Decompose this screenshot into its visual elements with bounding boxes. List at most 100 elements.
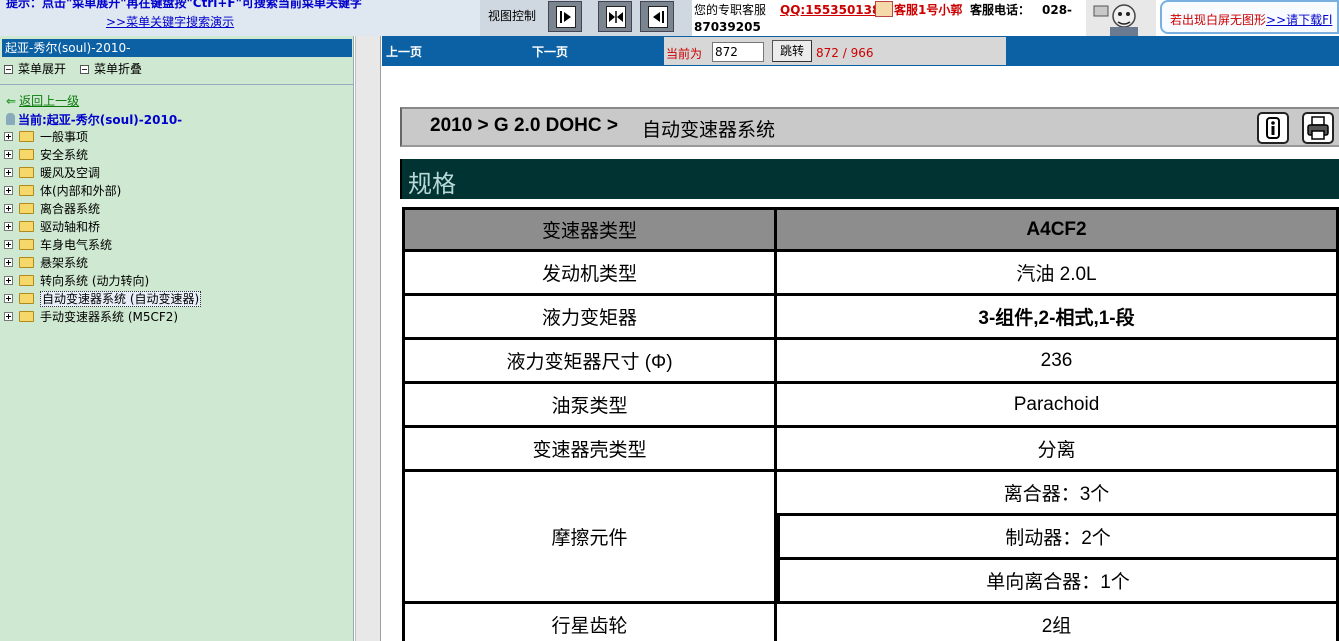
info-button[interactable] bbox=[1257, 112, 1289, 144]
jump-button[interactable]: 跳转 bbox=[772, 40, 812, 62]
tree-expand-icon[interactable] bbox=[4, 294, 13, 303]
search-demo-link[interactable]: >>菜单关键字搜索演示 bbox=[106, 13, 234, 30]
page-number-input[interactable] bbox=[712, 42, 764, 62]
row-value: 3-组件,2-相式,1-段 bbox=[777, 296, 1339, 340]
tree-item[interactable]: 车身电气系统 bbox=[4, 236, 349, 254]
row-value: Parachoid bbox=[777, 384, 1339, 428]
pane-splitter[interactable] bbox=[355, 36, 381, 641]
tree-item[interactable]: 驱动轴和桥 bbox=[4, 218, 349, 236]
tree-item[interactable]: 体(内部和外部) bbox=[4, 182, 349, 200]
tree-item-label[interactable]: 自动变速器系统 (自动变速器) bbox=[40, 291, 202, 307]
chat-icon[interactable] bbox=[875, 1, 893, 17]
tree-item-label[interactable]: 转向系统 (动力转向) bbox=[40, 272, 149, 290]
service-phone-part1: 028- bbox=[1042, 3, 1073, 17]
tree-expand-icon[interactable] bbox=[4, 168, 13, 177]
printer-icon bbox=[1307, 116, 1329, 140]
arrow-left-icon bbox=[648, 6, 668, 28]
back-up-link[interactable]: ⇐ 返回上一级 bbox=[6, 92, 79, 109]
search-tip-text: 提示：点击"菜单展开"再在键盘按"Ctrl+F"可搜索当前菜单关键字 bbox=[6, 0, 362, 10]
page-navigation-bar: 上一页 下一页 当前为 跳转 872 / 966 bbox=[382, 36, 1339, 66]
table-row: 变速器壳类型 分离 bbox=[402, 428, 1339, 472]
row-label: 变速器壳类型 bbox=[402, 428, 777, 472]
print-button[interactable] bbox=[1302, 112, 1334, 144]
table-header-label: 变速器类型 bbox=[402, 207, 777, 252]
tree-expand-icon[interactable] bbox=[4, 240, 13, 249]
tree-expand-icon[interactable] bbox=[4, 150, 13, 159]
tree-item-label[interactable]: 悬架系统 bbox=[40, 254, 88, 272]
tree-item[interactable]: 暖风及空调 bbox=[4, 164, 349, 182]
tree-item-label[interactable]: 暖风及空调 bbox=[40, 164, 100, 182]
top-banner: 提示：点击"菜单展开"再在键盘按"Ctrl+F"可搜索当前菜单关键字 >>菜单关… bbox=[0, 0, 1339, 36]
document-content: 2010 > G 2.0 DOHC > 自动变速器系统 规格 变速器类型 A4C… bbox=[382, 66, 1339, 641]
spec-table: 变速器类型 A4CF2 发动机类型 汽油 2.0L 液力变矩器 3-组件,2-相… bbox=[402, 207, 1339, 641]
service-qq-link[interactable]: QQ:1553501388 bbox=[780, 2, 889, 19]
tree-item[interactable]: 悬架系统 bbox=[4, 254, 349, 272]
menu-collapse-button[interactable]: 菜单折叠 bbox=[80, 60, 142, 77]
view-control-label: 视图控制 bbox=[488, 9, 537, 23]
tree-item-label[interactable]: 安全系统 bbox=[40, 146, 88, 164]
row-label: 发动机类型 bbox=[402, 252, 777, 296]
tree-item-selected[interactable]: 自动变速器系统 (自动变速器) bbox=[4, 290, 349, 308]
tree-item-label[interactable]: 离合器系统 bbox=[40, 200, 100, 218]
tree-item-label[interactable]: 驱动轴和桥 bbox=[40, 218, 100, 236]
tree-expand-icon[interactable] bbox=[4, 312, 13, 321]
folder-icon bbox=[19, 185, 34, 196]
mascot-image bbox=[1086, 0, 1156, 36]
tree-item[interactable]: 离合器系统 bbox=[4, 200, 349, 218]
service-label: 您的专职客服 bbox=[694, 3, 767, 17]
breadcrumb: 2010 > G 2.0 DOHC > 自动变速器系统 bbox=[400, 107, 1339, 147]
table-row: 油泵类型 Parachoid bbox=[402, 384, 1339, 428]
service-phone-label: 客服电话： bbox=[970, 3, 1031, 17]
expand-left-button[interactable] bbox=[640, 1, 674, 32]
folder-icon bbox=[19, 275, 34, 286]
notice-text: 若出现白屏无图形 bbox=[1170, 13, 1267, 27]
row-label: 行星齿轮 bbox=[402, 604, 777, 641]
tree-expand-icon[interactable] bbox=[4, 258, 13, 267]
back-arrow-icon: ⇐ bbox=[6, 94, 17, 108]
tree-item[interactable]: 转向系统 (动力转向) bbox=[4, 272, 349, 290]
expand-icon bbox=[4, 65, 13, 74]
row-value: 汽油 2.0L bbox=[777, 252, 1339, 296]
arrow-right-icon bbox=[556, 6, 576, 28]
breadcrumb-path: 2010 > G 2.0 DOHC > bbox=[430, 115, 618, 136]
notice-panel: 若出现白屏无图形>>请下载Fl bbox=[1160, 0, 1339, 34]
table-row: 发动机类型 汽油 2.0L bbox=[402, 252, 1339, 296]
current-page-label: 当前为 bbox=[666, 47, 703, 61]
row-label: 液力变矩器尺寸 (Φ) bbox=[402, 340, 777, 384]
expand-right-button[interactable] bbox=[548, 1, 582, 32]
tree-item[interactable]: 一般事项 bbox=[4, 128, 349, 146]
tree-expand-icon[interactable] bbox=[4, 132, 13, 141]
tree-item-label[interactable]: 一般事项 bbox=[40, 128, 88, 146]
split-arrows-icon bbox=[606, 6, 626, 28]
table-row: 行星齿轮 2组 bbox=[402, 604, 1339, 641]
current-location-label: 当前:起亚-秀尔(soul)-2010- bbox=[18, 113, 183, 127]
table-row: 摩擦元件 离合器：3个 bbox=[402, 472, 1339, 604]
row-value: 离合器：3个 bbox=[777, 472, 1339, 516]
page-count: 872 / 966 bbox=[816, 46, 874, 60]
menu-expand-button[interactable]: 菜单展开 bbox=[4, 60, 66, 77]
service-agent-link[interactable]: 客服1号小郭 bbox=[894, 2, 962, 19]
row-label: 油泵类型 bbox=[402, 384, 777, 428]
tree-expand-icon[interactable] bbox=[4, 186, 13, 195]
folder-icon bbox=[19, 311, 34, 322]
table-header-row: 变速器类型 A4CF2 bbox=[402, 207, 1339, 252]
folder-icon bbox=[19, 239, 34, 250]
table-header-value: A4CF2 bbox=[777, 207, 1339, 252]
tree-expand-icon[interactable] bbox=[4, 276, 13, 285]
info-icon bbox=[1266, 117, 1280, 139]
tree-expand-icon[interactable] bbox=[4, 222, 13, 231]
view-control-panel: 视图控制 bbox=[480, 0, 692, 36]
tree-item[interactable]: 安全系统 bbox=[4, 146, 349, 164]
tree-item-label[interactable]: 车身电气系统 bbox=[40, 236, 112, 254]
split-view-button[interactable] bbox=[598, 1, 632, 32]
tree-item-label[interactable]: 手动变速器系统 (M5CF2) bbox=[40, 308, 178, 326]
location-icon bbox=[6, 113, 15, 125]
download-link[interactable]: >>请下载Fl bbox=[1266, 13, 1332, 27]
row-value: 2组 bbox=[777, 604, 1339, 641]
section-header: 规格 bbox=[400, 159, 1339, 199]
tree-expand-icon[interactable] bbox=[4, 204, 13, 213]
next-page-button[interactable]: 下一页 bbox=[532, 43, 568, 60]
tree-item-label[interactable]: 体(内部和外部) bbox=[40, 182, 121, 200]
tree-item[interactable]: 手动变速器系统 (M5CF2) bbox=[4, 308, 349, 326]
prev-page-button[interactable]: 上一页 bbox=[386, 43, 422, 60]
